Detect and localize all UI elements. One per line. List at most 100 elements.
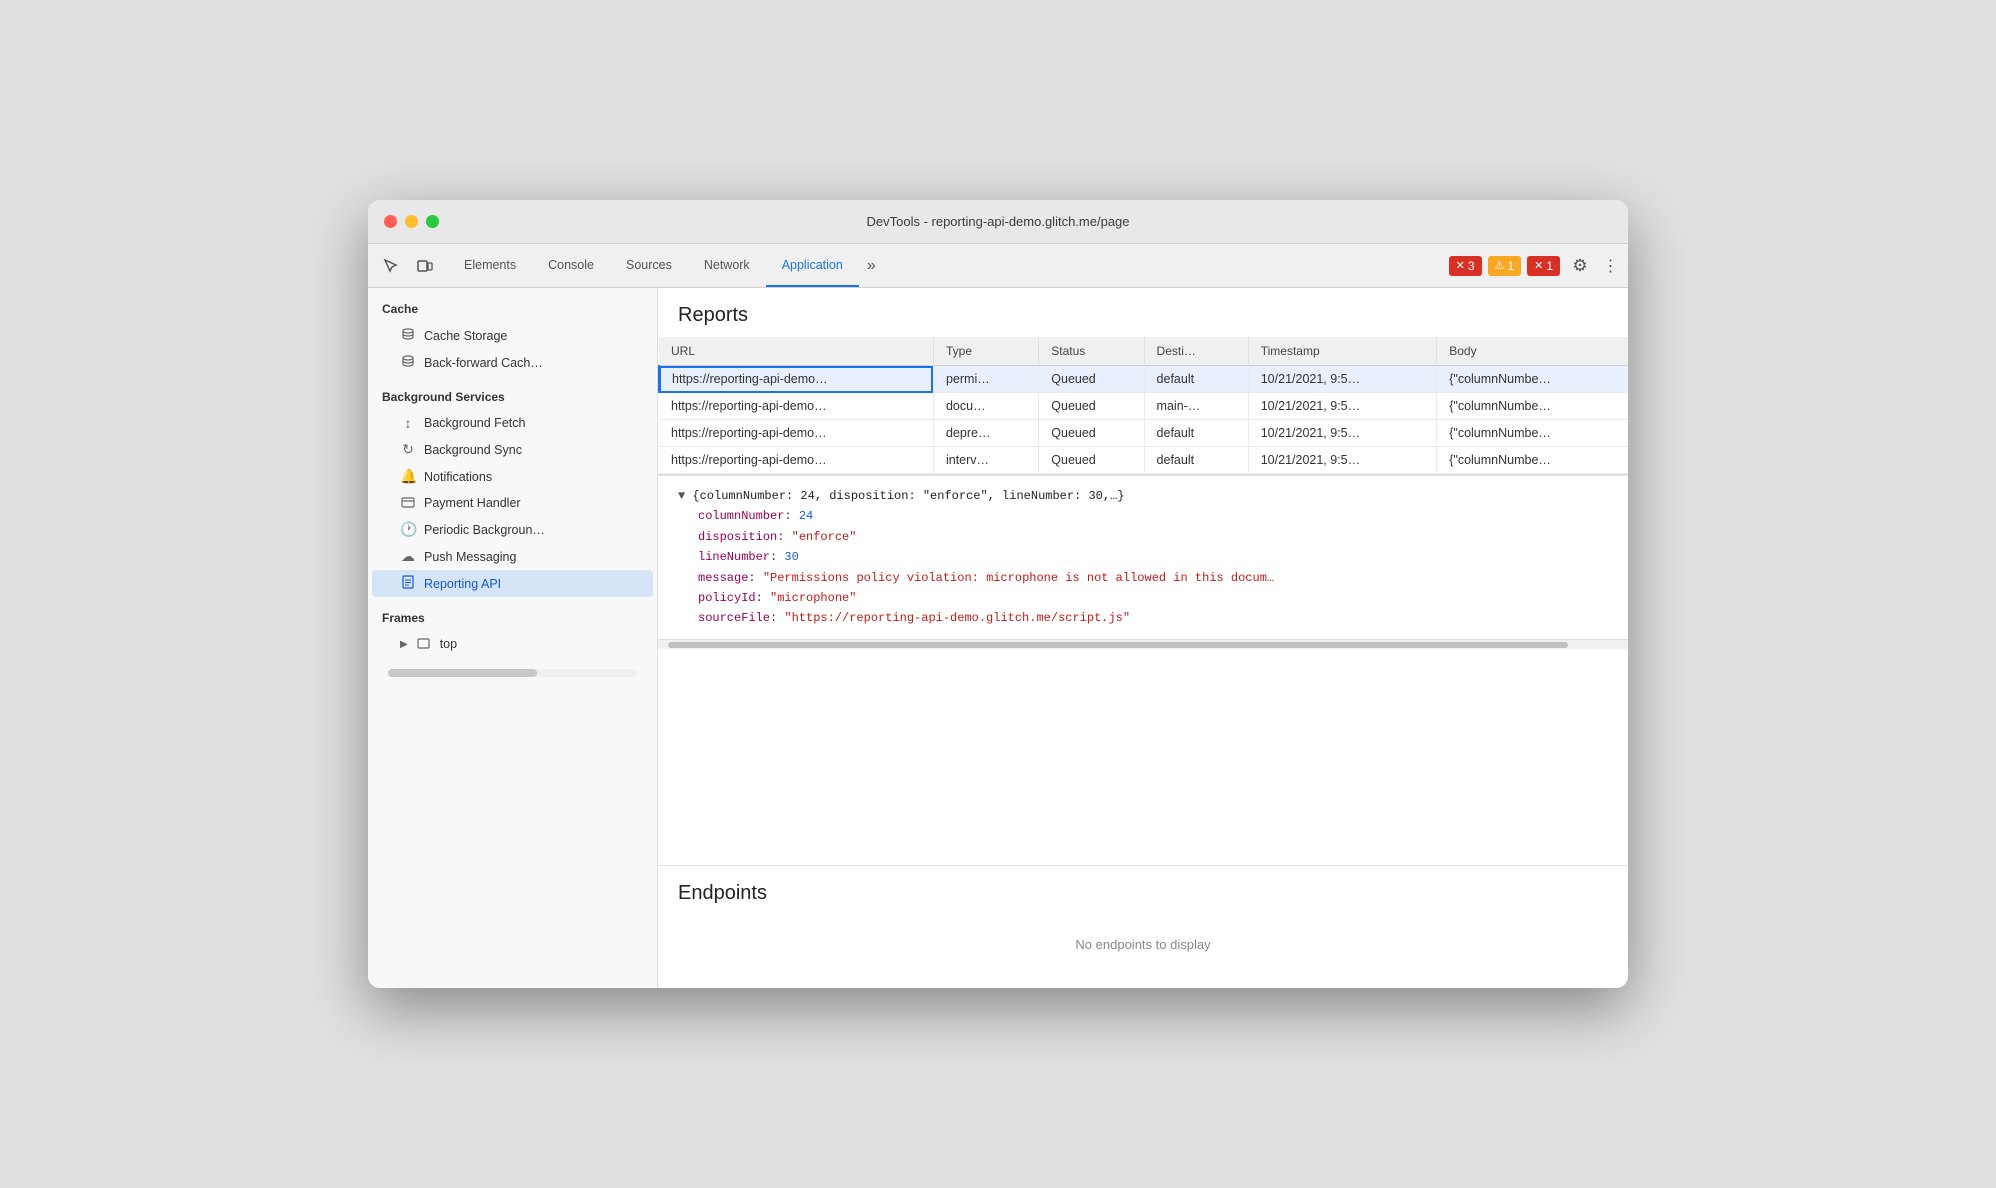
cache-section-header: Cache — [368, 288, 657, 322]
error-count: 3 — [1468, 259, 1475, 273]
detail-prop: message: "Permissions policy violation: … — [678, 568, 1608, 588]
error-icon: ✕ — [1456, 259, 1465, 272]
col-body: Body — [1437, 337, 1628, 366]
sidebar-item-push-messaging[interactable]: ☁ Push Messaging — [372, 543, 653, 570]
detail-prop: columnNumber: 24 — [678, 506, 1608, 526]
frame-icon — [416, 636, 432, 652]
main-content: Cache Cache Storage Back-forward Cach… B… — [368, 288, 1628, 988]
reporting-api-label: Reporting API — [424, 577, 501, 591]
sidebar-item-bg-sync[interactable]: ↻ Background Sync — [372, 436, 653, 463]
tab-sources[interactable]: Sources — [610, 244, 688, 287]
device-toggle-button[interactable] — [410, 251, 440, 281]
table-cell-0: https://reporting-api-demo… — [659, 393, 933, 420]
table-row[interactable]: https://reporting-api-demo…permi…Queuedd… — [659, 366, 1628, 393]
error-badge-2[interactable]: ✕ 1 — [1527, 256, 1560, 276]
endpoints-title: Endpoints — [678, 882, 1608, 905]
toolbar-left — [376, 244, 440, 287]
reports-title: Reports — [658, 288, 1628, 337]
maximize-button[interactable] — [426, 215, 439, 228]
scrollbar-thumb — [668, 642, 1568, 648]
error-badge-errors[interactable]: ✕ 3 — [1449, 256, 1482, 276]
col-destination: Desti… — [1144, 337, 1248, 366]
minimize-button[interactable] — [405, 215, 418, 228]
table-row[interactable]: https://reporting-api-demo…interv…Queued… — [659, 447, 1628, 474]
error-icon-2: ✕ — [1534, 259, 1543, 272]
sidebar-scrollbar[interactable] — [388, 669, 637, 677]
frames-section-header: Frames — [368, 597, 657, 631]
push-messaging-label: Push Messaging — [424, 550, 516, 564]
table-header-row: URL Type Status Desti… Timestamp Body — [659, 337, 1628, 366]
sidebar-item-cache-storage[interactable]: Cache Storage — [372, 322, 653, 349]
detail-prop: policyId: "microphone" — [678, 588, 1608, 608]
table-row[interactable]: https://reporting-api-demo…depre…Queuedd… — [659, 420, 1628, 447]
table-cell-4: 10/21/2021, 9:5… — [1248, 393, 1436, 420]
no-endpoints-message: No endpoints to display — [678, 917, 1608, 972]
toolbar: Elements Console Sources Network Applica… — [368, 244, 1628, 288]
col-timestamp: Timestamp — [1248, 337, 1436, 366]
error-count-2: 1 — [1546, 259, 1553, 273]
warning-count: 1 — [1507, 259, 1514, 273]
push-messaging-icon: ☁ — [400, 548, 416, 565]
periodic-bg-icon: 🕐 — [400, 521, 416, 538]
tab-console[interactable]: Console — [532, 244, 610, 287]
sidebar-item-periodic-bg[interactable]: 🕐 Periodic Backgroun… — [372, 516, 653, 543]
title-bar: DevTools - reporting-api-demo.glitch.me/… — [368, 200, 1628, 244]
detail-header: ▼ {columnNumber: 24, disposition: "enfor… — [678, 486, 1608, 506]
notifications-label: Notifications — [424, 470, 492, 484]
bg-fetch-label: Background Fetch — [424, 416, 525, 430]
tab-elements[interactable]: Elements — [448, 244, 532, 287]
sidebar-item-bg-fetch[interactable]: ↕ Background Fetch — [372, 410, 653, 436]
table-cell-5: {"columnNumbe… — [1437, 447, 1628, 474]
more-tabs-button[interactable]: » — [859, 244, 884, 287]
table-cell-3: default — [1144, 366, 1248, 393]
table-cell-4: 10/21/2021, 9:5… — [1248, 447, 1436, 474]
table-cell-5: {"columnNumbe… — [1437, 420, 1628, 447]
table-cell-3: main-… — [1144, 393, 1248, 420]
detail-prop: sourceFile: "https://reporting-api-demo.… — [678, 608, 1608, 628]
table-cell-2: Queued — [1039, 447, 1144, 474]
horizontal-scrollbar[interactable] — [658, 639, 1628, 649]
detail-prop: lineNumber: 30 — [678, 547, 1608, 567]
endpoints-section: Endpoints No endpoints to display — [658, 865, 1628, 988]
sidebar-scrollbar-thumb — [388, 669, 537, 677]
table-cell-4: 10/21/2021, 9:5… — [1248, 366, 1436, 393]
sidebar-item-notifications[interactable]: 🔔 Notifications — [372, 463, 653, 490]
reports-section: Reports URL Type Status Desti… Timestamp… — [658, 288, 1628, 865]
tab-network[interactable]: Network — [688, 244, 766, 287]
bg-services-section-header: Background Services — [368, 376, 657, 410]
close-button[interactable] — [384, 215, 397, 228]
table-cell-3: default — [1144, 420, 1248, 447]
window-title: DevTools - reporting-api-demo.glitch.me/… — [866, 214, 1129, 229]
table-row[interactable]: https://reporting-api-demo…docu…Queuedma… — [659, 393, 1628, 420]
settings-button[interactable]: ⚙ — [1566, 252, 1594, 280]
col-type: Type — [933, 337, 1038, 366]
sidebar-item-back-forward[interactable]: Back-forward Cach… — [372, 349, 653, 376]
inspect-button[interactable] — [376, 251, 406, 281]
table-cell-5: {"columnNumbe… — [1437, 393, 1628, 420]
warning-badge[interactable]: ⚠ 1 — [1488, 256, 1522, 276]
more-options-button[interactable]: ⋮ — [1600, 252, 1620, 280]
reports-table: URL Type Status Desti… Timestamp Body ht… — [658, 337, 1628, 474]
detail-panel: ▼ {columnNumber: 24, disposition: "enfor… — [658, 475, 1628, 639]
table-cell-5: {"columnNumbe… — [1437, 366, 1628, 393]
payment-handler-icon — [400, 495, 416, 511]
table-cell-2: Queued — [1039, 393, 1144, 420]
periodic-bg-label: Periodic Backgroun… — [424, 523, 545, 537]
table-cell-0: https://reporting-api-demo… — [659, 420, 933, 447]
sidebar-item-top[interactable]: ▶ top — [372, 631, 653, 657]
traffic-lights — [384, 215, 439, 228]
bg-fetch-icon: ↕ — [400, 415, 416, 431]
table-cell-1: permi… — [933, 366, 1038, 393]
table-cell-1: depre… — [933, 420, 1038, 447]
col-status: Status — [1039, 337, 1144, 366]
toolbar-right: ✕ 3 ⚠ 1 ✕ 1 ⚙ ⋮ — [1449, 244, 1620, 287]
sidebar-item-payment-handler[interactable]: Payment Handler — [372, 490, 653, 516]
tab-application[interactable]: Application — [766, 244, 859, 287]
col-url: URL — [659, 337, 933, 366]
bg-sync-label: Background Sync — [424, 443, 522, 457]
top-frame-label: top — [440, 637, 457, 651]
sidebar-item-reporting-api[interactable]: Reporting API — [372, 570, 653, 597]
table-cell-3: default — [1144, 447, 1248, 474]
back-forward-label: Back-forward Cach… — [424, 356, 543, 370]
tabs: Elements Console Sources Network Applica… — [448, 244, 1449, 287]
